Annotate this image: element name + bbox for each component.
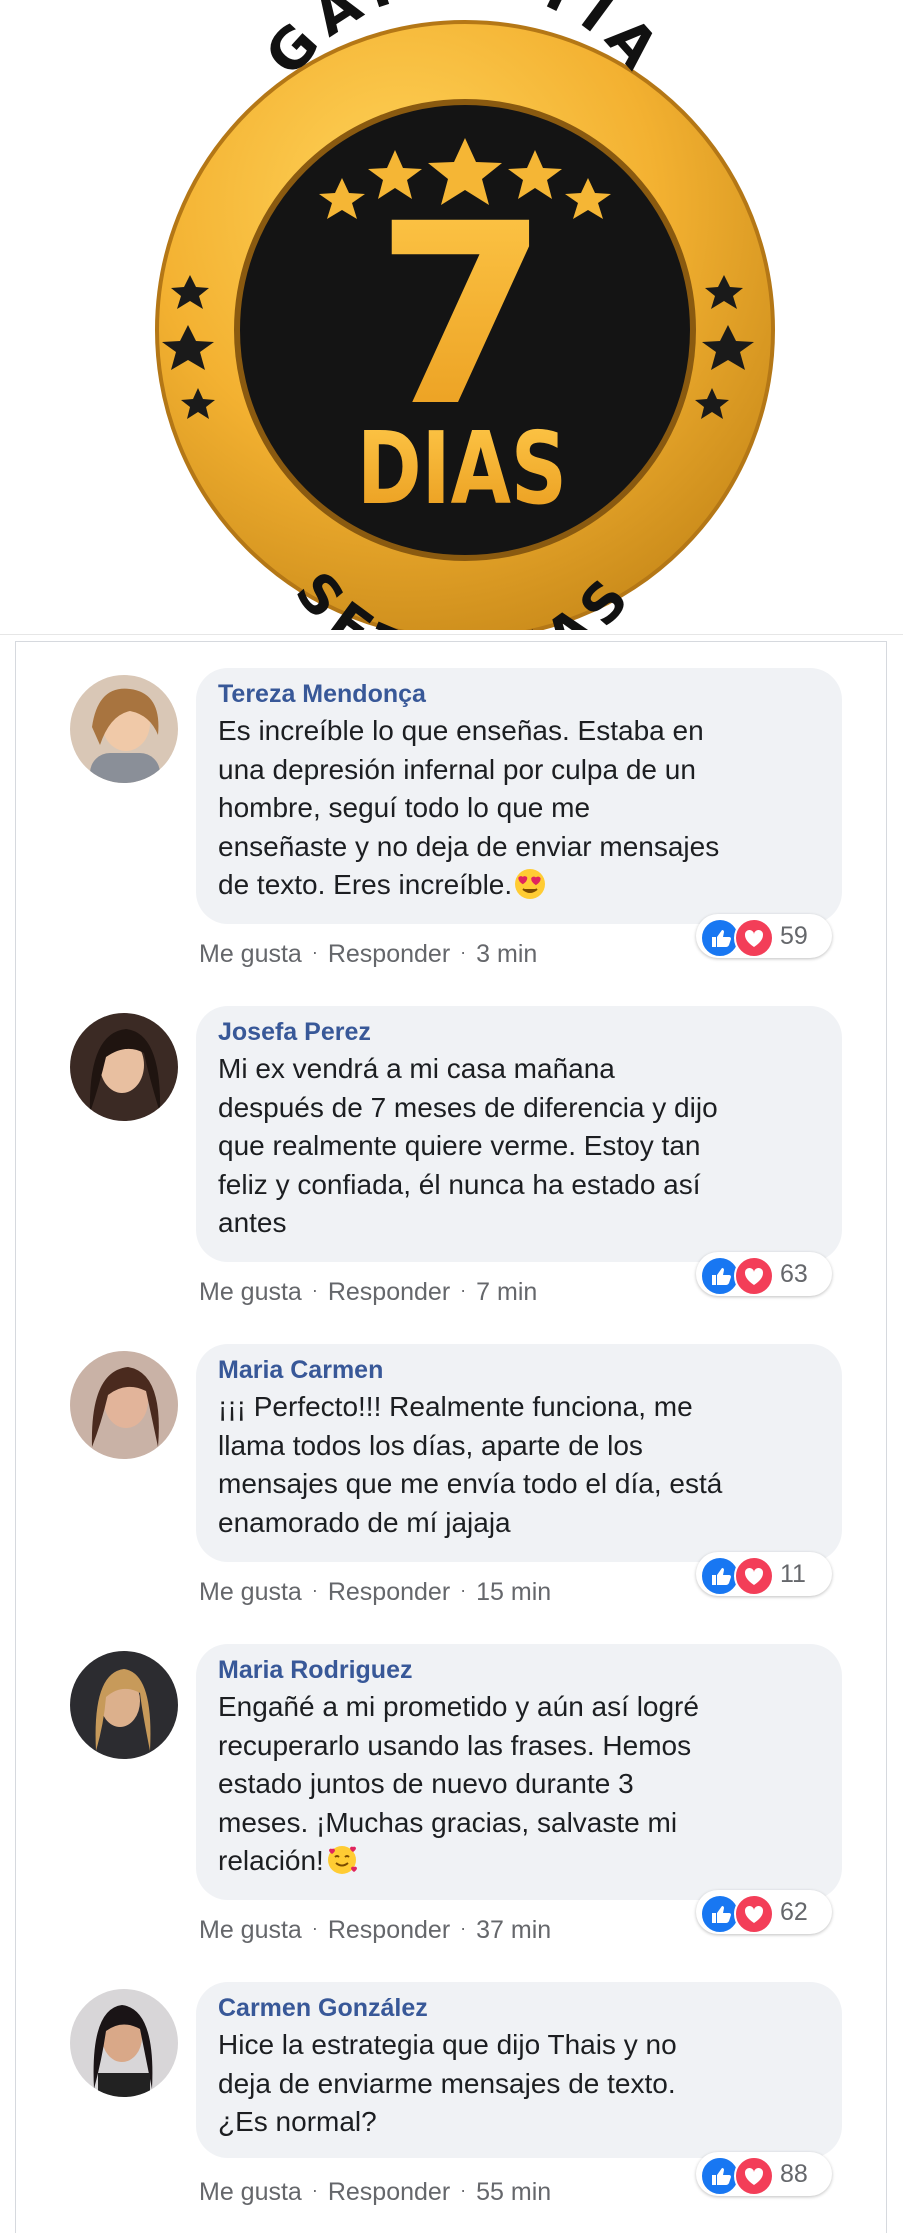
comment-actions: Me gusta · Responder · 15 min: [199, 1574, 551, 1608]
love-reaction-icon: [734, 2156, 774, 2196]
reply-link[interactable]: Responder: [328, 2176, 450, 2208]
comment-timestamp[interactable]: 55 min: [476, 2176, 551, 2208]
guarantee-seal: GARANTIA SETE DIAS 7 DIAS: [150, 0, 780, 630]
avatar[interactable]: [70, 1989, 178, 2097]
avatar[interactable]: [70, 675, 178, 783]
reaction-summary[interactable]: 88: [696, 2152, 832, 2196]
comment-author[interactable]: Tereza Mendonça: [218, 678, 820, 710]
reply-link[interactable]: Responder: [328, 1576, 450, 1608]
smiling-hearts-emoji-icon: [327, 1846, 357, 1874]
avatar[interactable]: [70, 1351, 178, 1459]
comment-text: Es increíble lo que enseñas. Estaba en u…: [218, 715, 720, 900]
comment-bubble: Carmen González Hice la estrategia que d…: [196, 1982, 842, 2158]
comment-author[interactable]: Josefa Perez: [218, 1016, 820, 1048]
separator: ·: [311, 1918, 318, 1938]
comment-text: Mi ex vendrá a mi casa mañana después de…: [218, 1053, 718, 1238]
comment-actions: Me gusta · Responder · 37 min: [199, 1912, 551, 1946]
like-link[interactable]: Me gusta: [199, 1276, 302, 1308]
comment-timestamp[interactable]: 15 min: [476, 1576, 551, 1608]
love-reaction-icon: [734, 1894, 774, 1934]
reaction-summary[interactable]: 63: [696, 1252, 832, 1296]
avatar[interactable]: [70, 1651, 178, 1759]
comment-text: Hice la estrategia que dijo Thais y no d…: [218, 2029, 677, 2137]
reaction-summary[interactable]: 62: [696, 1890, 832, 1934]
comments-panel: Tereza Mendonça Es increíble lo que ense…: [15, 641, 887, 2233]
comment-author[interactable]: Carmen González: [218, 1992, 820, 2024]
like-link[interactable]: Me gusta: [199, 938, 302, 970]
reaction-summary[interactable]: 59: [696, 914, 832, 958]
comment-actions: Me gusta · Responder · 3 min: [199, 936, 537, 970]
reaction-count: 11: [780, 1560, 806, 1588]
separator: ·: [460, 1918, 467, 1938]
heart-eyes-emoji-icon: [515, 869, 546, 899]
reaction-count: 88: [780, 2160, 808, 2188]
comment-actions: Me gusta · Responder · 7 min: [199, 1274, 537, 1308]
avatar[interactable]: [70, 1013, 178, 1121]
separator: ·: [460, 942, 467, 962]
like-link[interactable]: Me gusta: [199, 2176, 302, 2208]
reply-link[interactable]: Responder: [328, 1914, 450, 1946]
reaction-count: 62: [780, 1898, 808, 1926]
comment-timestamp[interactable]: 37 min: [476, 1914, 551, 1946]
reply-link[interactable]: Responder: [328, 938, 450, 970]
love-reaction-icon: [734, 1556, 774, 1596]
separator: ·: [460, 2180, 467, 2200]
divider: [0, 634, 903, 635]
love-reaction-icon: [734, 918, 774, 958]
reaction-count: 59: [780, 922, 808, 950]
reaction-summary[interactable]: 11: [696, 1552, 832, 1596]
comment-text: ¡¡¡ Perfecto!!! Realmente funciona, me l…: [218, 1391, 723, 1538]
separator: ·: [460, 1280, 467, 1300]
separator: ·: [311, 942, 318, 962]
reply-link[interactable]: Responder: [328, 1276, 450, 1308]
comment-text: Engañé a mi prometido y aún así logré re…: [218, 1691, 699, 1876]
comment-timestamp[interactable]: 7 min: [476, 1276, 537, 1308]
comment-actions: Me gusta · Responder · 55 min: [199, 2174, 551, 2208]
comment-author[interactable]: Maria Rodriguez: [218, 1654, 820, 1686]
comment-bubble: Tereza Mendonça Es increíble lo que ense…: [196, 668, 842, 924]
separator: ·: [311, 2180, 318, 2200]
like-link[interactable]: Me gusta: [199, 1576, 302, 1608]
guarantee-badge: GARANTIA SETE DIAS 7 DIAS: [0, 0, 903, 630]
like-link[interactable]: Me gusta: [199, 1914, 302, 1946]
badge-word: DIAS: [357, 410, 567, 527]
comment-author[interactable]: Maria Carmen: [218, 1354, 820, 1386]
separator: ·: [311, 1280, 318, 1300]
comment-timestamp[interactable]: 3 min: [476, 938, 537, 970]
comment-bubble: Maria Carmen ¡¡¡ Perfecto!!! Realmente f…: [196, 1344, 842, 1562]
comment-bubble: Maria Rodriguez Engañé a mi prometido y …: [196, 1644, 842, 1900]
separator: ·: [311, 1580, 318, 1600]
reaction-count: 63: [780, 1260, 808, 1288]
comment-bubble: Josefa Perez Mi ex vendrá a mi casa maña…: [196, 1006, 842, 1262]
separator: ·: [460, 1580, 467, 1600]
love-reaction-icon: [734, 1256, 774, 1296]
